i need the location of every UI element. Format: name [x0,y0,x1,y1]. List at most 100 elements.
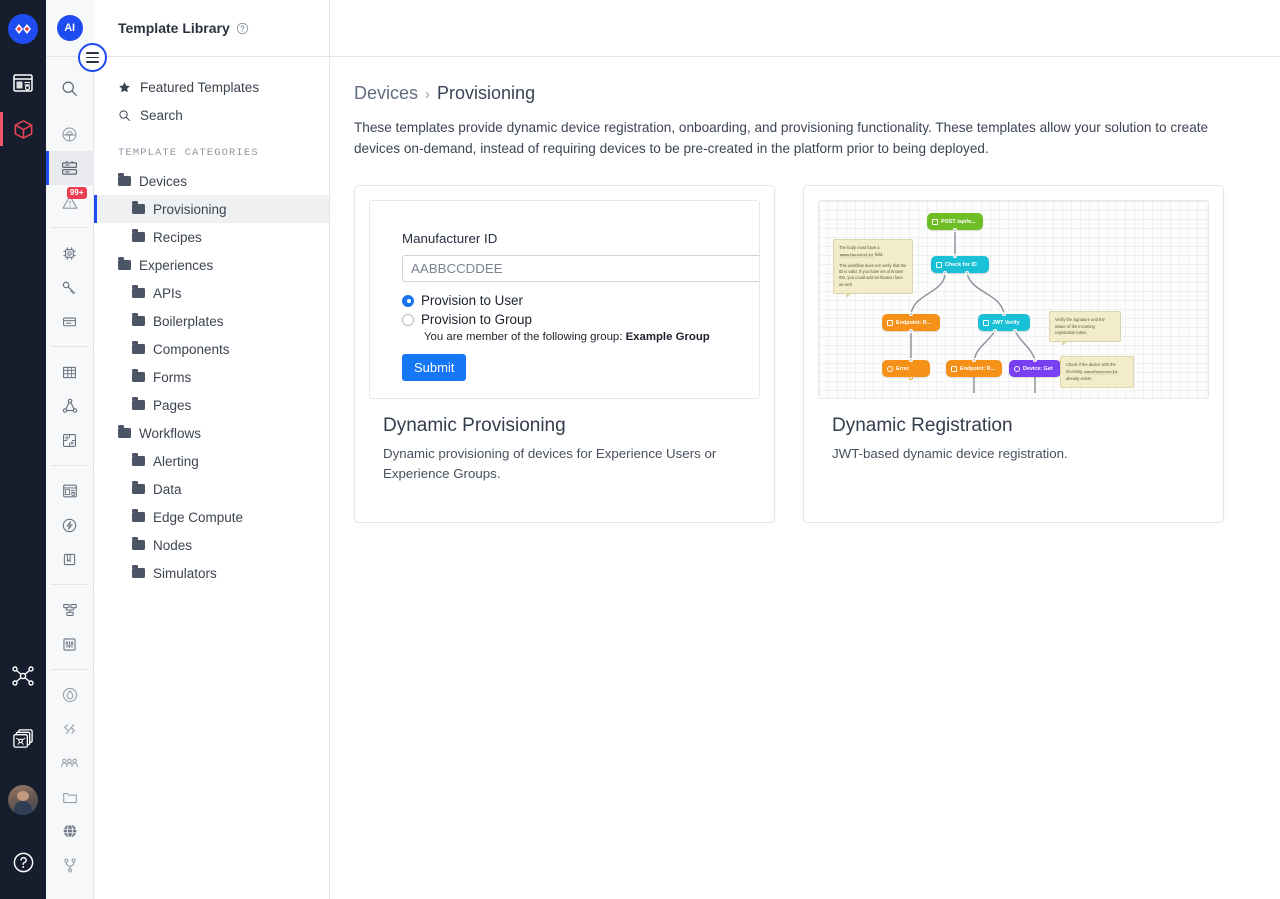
sidebar-tree-components[interactable]: Components [94,335,329,363]
rail-pages-button[interactable] [46,474,94,508]
rail-tables-button[interactable] [46,355,94,389]
workflow-node[interactable]: Device: Get [1009,360,1061,377]
sidebar-tree-edge-compute[interactable]: Edge Compute [94,503,329,531]
layers-stack-icon [12,727,35,750]
node-label: POST /api/o... [941,219,976,225]
breadcrumb-parent[interactable]: Devices [354,83,418,104]
rail-settings-button[interactable] [46,627,94,661]
folder-icon [118,428,131,438]
node-icon [936,262,942,268]
rail-experience-button[interactable] [46,389,94,423]
folder-icon [132,568,145,578]
users-group-icon [60,754,79,773]
folder-icon [61,788,79,806]
rail-users-button[interactable] [46,746,94,780]
star-icon [118,81,131,94]
globe-target-icon [61,126,78,143]
rail-files-button[interactable] [46,780,94,814]
rail-data-tables-button[interactable] [46,304,94,338]
user-avatar-button[interactable] [0,777,46,823]
sidebar-tree-apis[interactable]: APIs [94,279,329,307]
sidebar-item-layers[interactable] [0,715,46,761]
sidebar-section-label: TEMPLATE CATEGORIES [94,129,329,167]
rail-components-button[interactable] [46,423,94,457]
rail-domains-button[interactable] [46,814,94,848]
tree-item-label: Nodes [153,538,192,553]
rail-notebooks-button[interactable] [46,542,94,576]
search-icon [61,80,78,97]
submit-button[interactable]: Submit [402,354,466,381]
sidebar-tree-simulators[interactable]: Simulators [94,559,329,587]
sidebar-item-dashboard[interactable] [0,60,46,106]
template-card-dynamic-provisioning[interactable]: Manufacturer ID AABBCCDDEE Provision to … [354,185,775,523]
folder-icon [118,176,131,186]
workflow-note: The body must have a manufacturerId fiel… [833,239,913,294]
rail-events-button[interactable] [46,508,94,542]
droplet-circle-icon [61,686,79,704]
sidebar-tree-devices[interactable]: Devices [94,167,329,195]
key-icon [61,279,78,296]
sidebar-tree-nodes[interactable]: Nodes [94,531,329,559]
rail-edge-compute-button[interactable] [46,236,94,270]
sidebar-item-search[interactable]: Search [94,101,329,129]
globe-icon [61,822,79,840]
rail-search-button[interactable] [46,71,94,105]
app-root: AI [0,0,1280,899]
rail-theme-button[interactable] [46,678,94,712]
workflow-node[interactable]: Check for ID [931,256,989,273]
rail-integrations-button[interactable] [46,593,94,627]
folder-icon [132,512,145,522]
flash-circle-icon [61,517,78,534]
git-branch-icon [61,856,79,874]
template-card-dynamic-registration[interactable]: POST /api/o... Check for ID Endpoint: R.… [803,185,1224,523]
card-title: Dynamic Provisioning [383,415,760,437]
tree-item-label: Workflows [139,426,201,441]
sidebar-item-workflows[interactable] [0,653,46,699]
sidebar-item-featured-templates[interactable]: Featured Templates [94,73,329,101]
node-icon [932,219,938,225]
rail-divider-2 [51,346,89,347]
manufacturer-id-input[interactable]: AABBCCDDEE [402,255,760,282]
sidebar-tree-provisioning[interactable]: Provisioning [94,195,329,223]
rail-divider-3 [51,465,89,466]
sidebar-tree-forms[interactable]: Forms [94,363,329,391]
workflow-node[interactable]: Endpoint: R... [946,360,1002,377]
sidebar-item-templates[interactable] [0,106,46,152]
help-circle-icon [12,851,35,874]
note-tail [1062,341,1068,346]
sidebar-tree-boilerplates[interactable]: Boilerplates [94,307,329,335]
rail-alerts-button[interactable]: 99+ [46,185,94,219]
sidebar-tree-experiences[interactable]: Experiences [94,251,329,279]
note-text: field. [874,252,884,257]
radio-provision-to-group[interactable]: Provision to Group [402,312,759,327]
sidebar-tree-data[interactable]: Data [94,475,329,503]
folder-icon [132,288,145,298]
main-header-bar [330,0,1280,57]
rail-version-control-button[interactable] [46,848,94,882]
workflow-node[interactable]: Error [882,360,930,377]
folder-icon [118,260,131,270]
tree-item-label: Experiences [139,258,213,273]
rail-keys-button[interactable] [46,270,94,304]
tree-item-label: Simulators [153,566,217,581]
tree-item-label: Provisioning [153,202,227,217]
app-logo[interactable] [8,14,38,44]
rail-divider-5 [51,669,89,670]
sidebar-tree-pages[interactable]: Pages [94,391,329,419]
question-circle-icon[interactable] [236,22,249,35]
folder-icon [132,232,145,242]
sidebar-toggle-button[interactable] [78,43,107,72]
radio-provision-to-user[interactable]: Provision to User [402,293,759,308]
rail-applications-button[interactable] [46,117,94,151]
help-button[interactable] [0,839,46,885]
breadcrumb-current: Provisioning [437,83,535,104]
folder-icon [132,316,145,326]
node-icon [887,366,893,372]
rail-devices-button[interactable] [46,151,94,185]
rail-developer-button[interactable] [46,712,94,746]
card-preview-workflow: POST /api/o... Check for ID Endpoint: R.… [818,200,1209,399]
sidebar-tree-alerting[interactable]: Alerting [94,447,329,475]
sidebar-tree-workflows[interactable]: Workflows [94,419,329,447]
sidebar-tree-recipes[interactable]: Recipes [94,223,329,251]
workflow-node[interactable]: JWT Verify [978,314,1030,331]
